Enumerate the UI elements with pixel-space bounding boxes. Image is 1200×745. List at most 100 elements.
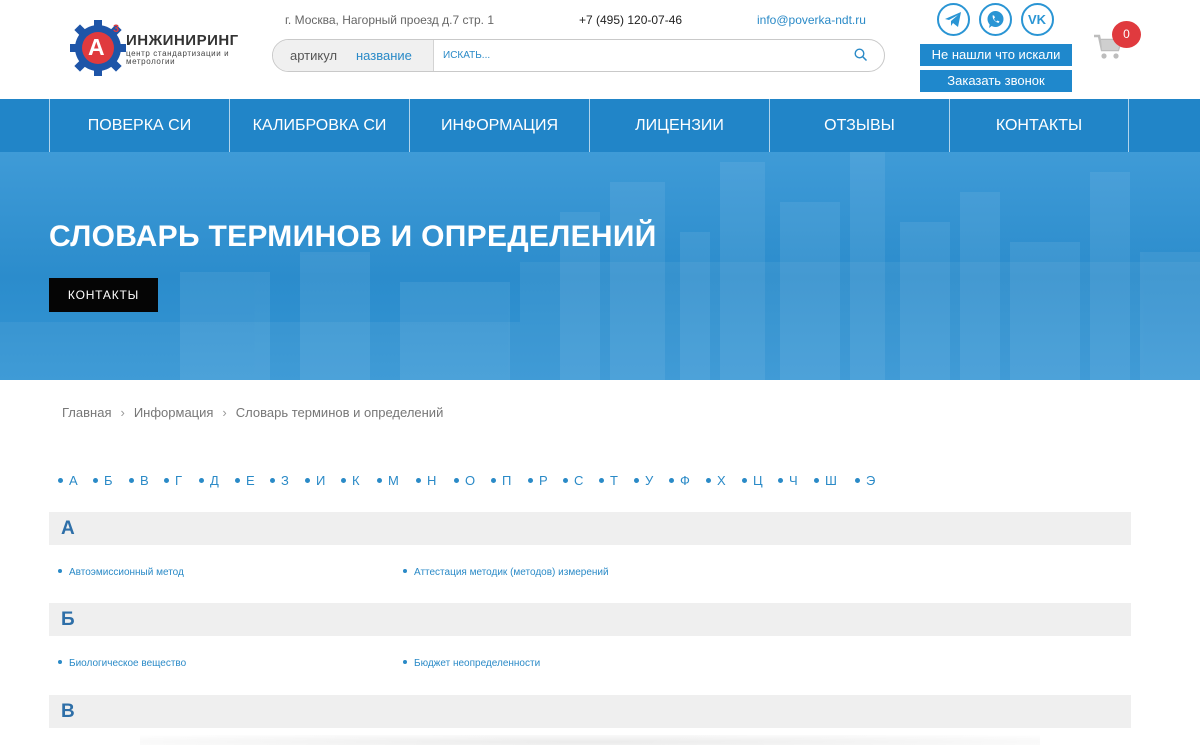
alphabet-letter[interactable]: Б [93,473,113,488]
breadcrumb: Главная › Информация › Словарь терминов и оп… [62,405,443,420]
bullet-icon [706,478,711,484]
search-tabs: артикул название [273,40,434,71]
main-nav: ПОВЕРКА СИ КАЛИБРОВКА СИ ИНФОРМАЦИЯ ЛИЦЕ… [0,99,1200,152]
bullet-icon [563,478,568,484]
alphabet-letter[interactable]: У [634,473,653,488]
alphabet-letter[interactable]: А [58,473,78,488]
alphabet-letter[interactable]: Г [164,473,182,488]
callback-button[interactable]: Заказать звонок [920,70,1072,92]
alphabet-index: А Б В Г Д Е З И К М Н О П Р С Т У Ф Х Ц … [58,473,888,491]
breadcrumb-information[interactable]: Информация [134,405,214,420]
alphabet-letter[interactable]: Ф [669,473,690,488]
alphabet-letter[interactable]: М [377,473,399,488]
alphabet-letter[interactable]: И [305,473,325,488]
section-header-a: А [49,512,1131,545]
bullet-icon [58,660,62,665]
whatsapp-icon[interactable] [979,3,1012,36]
bullet-icon [270,478,275,484]
section-header-b: Б [49,603,1131,636]
alphabet-letter[interactable]: Е [235,473,255,488]
bullet-icon [377,478,382,484]
contacts-button[interactable]: КОНТАКТЫ [49,278,158,312]
bullet-icon [58,569,62,574]
bullet-icon [669,478,674,484]
alphabet-letter[interactable]: П [491,473,511,488]
bullet-icon [93,478,98,484]
nav-item-information[interactable]: ИНФОРМАЦИЯ [409,99,589,152]
alphabet-letter[interactable]: Р [528,473,548,488]
city-background-image [0,152,1200,380]
bullet-icon [634,478,639,484]
bullet-icon [58,478,63,484]
term-link[interactable]: Бюджет неопределенности [403,658,540,669]
vk-icon[interactable]: VK [1021,3,1054,36]
alphabet-letter[interactable]: Ш [814,473,837,488]
bullet-icon [129,478,134,484]
logo-badge-sup: 3 [113,23,120,35]
nav-item-contacts[interactable]: КОНТАКТЫ [949,99,1129,152]
bullet-icon [814,478,819,484]
bullet-icon [199,478,204,484]
alphabet-letter[interactable]: Т [599,473,618,488]
nav-item-reviews[interactable]: ОТЗЫВЫ [769,99,949,152]
nav-item-licenses[interactable]: ЛИЦЕНЗИИ [589,99,769,152]
bullet-icon [416,478,421,484]
logo-subtitle: центр стандартизации и метрологии [126,49,230,66]
search-input[interactable] [443,40,843,71]
term-link[interactable]: Автоэмиссионный метод [58,567,184,578]
breadcrumb-home[interactable]: Главная [62,405,111,420]
email-link[interactable]: info@poverka-ndt.ru [757,13,866,27]
alphabet-letter[interactable]: К [341,473,360,488]
company-logo[interactable]: А 3 ИНЖИНИРИНГ центр стандартизации и ме… [68,14,243,80]
nav-item-calibration[interactable]: КАЛИБРОВКА СИ [229,99,409,152]
alphabet-letter[interactable]: О [454,473,475,488]
svg-text:VK: VK [1028,12,1047,27]
bullet-icon [742,478,747,484]
search-icon[interactable] [854,48,868,62]
telegram-icon[interactable] [937,3,970,36]
alphabet-letter[interactable]: Э [855,473,875,488]
alphabet-letter[interactable]: Д [199,473,219,488]
alphabet-letter[interactable]: Х [706,473,726,488]
page-title: СЛОВАРЬ ТЕРМИНОВ И ОПРЕДЕЛЕНИЙ [49,220,657,253]
search-tab-name[interactable]: название [356,48,412,63]
nav-item-verification[interactable]: ПОВЕРКА СИ [49,99,229,152]
section-letter: В [61,701,75,722]
search-tab-article[interactable]: артикул [290,48,337,63]
bullet-icon [599,478,604,484]
bullet-icon [403,660,407,665]
bullet-icon [528,478,533,484]
search-bar: артикул название [272,39,885,72]
section-header-v: В [49,695,1131,728]
alphabet-letter[interactable]: С [563,473,583,488]
logo-badge-letter: А [88,34,105,60]
bullet-icon [491,478,496,484]
alphabet-letter[interactable]: Ч [778,473,798,488]
breadcrumb-current: Словарь терминов и определений [235,405,444,420]
bullet-icon [341,478,346,484]
alphabet-letter[interactable]: З [270,473,289,488]
alphabet-letter[interactable]: Ц [742,473,763,488]
alphabet-letter[interactable]: Н [416,473,436,488]
phone-link[interactable]: +7 (495) 120-07-46 [579,13,682,27]
breadcrumb-separator-icon: › [222,405,227,420]
not-found-button[interactable]: Не нашли что искали [920,44,1072,66]
alphabet-letter[interactable]: В [129,473,149,488]
bullet-icon [305,478,310,484]
address: г. Москва, Нагорный проезд д.7 стр. 1 [285,13,494,27]
section-letter: Б [61,609,75,630]
bullet-icon [855,478,860,484]
breadcrumb-separator-icon: › [120,405,125,420]
bullet-icon [164,478,169,484]
logo-name: ИНЖИНИРИНГ [126,32,239,49]
bullet-icon [778,478,783,484]
bullet-icon [235,478,240,484]
scroll-shadow [140,735,1040,745]
term-link[interactable]: Биологическое вещество [58,658,186,669]
site-header: А 3 ИНЖИНИРИНГ центр стандартизации и ме… [0,0,1200,99]
bullet-icon [454,478,459,484]
term-link[interactable]: Аттестация методик (методов) измерений [403,567,609,578]
hero-banner: СЛОВАРЬ ТЕРМИНОВ И ОПРЕДЕЛЕНИЙ КОНТАКТЫ [0,152,1200,380]
bullet-icon [403,569,407,574]
cart-count-badge: 0 [1112,21,1141,48]
